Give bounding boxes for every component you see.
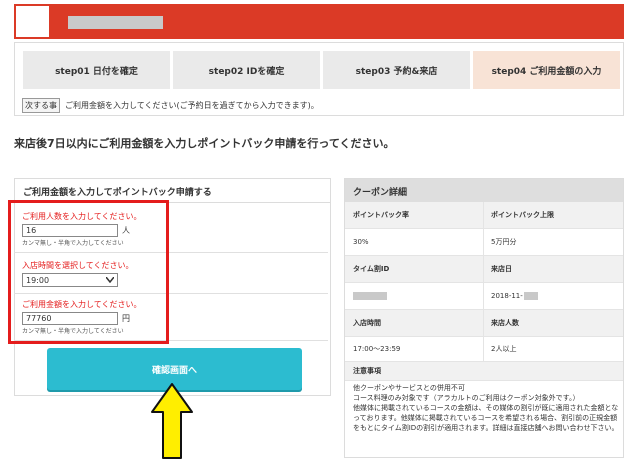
notes-title: 注意事項 (353, 367, 381, 375)
pointback-rate-label: ポイントバック率 (353, 211, 409, 219)
entry-time-value: 17:00〜23:59 (353, 345, 401, 353)
steps-panel: step01 日付を確定 step02 IDを確定 step03 予約&来店 s… (14, 42, 624, 116)
coupon-details-panel: クーポン詳細 ポイントバック率 ポイントバック上限 30% 5万円分 タイム割I… (344, 178, 624, 458)
page-heading: 来店後7日以内にご利用金額を入力しポイントバック申請を行ってください。 (14, 137, 395, 150)
coupon-row: 17:00〜23:59 2人以上 (345, 337, 623, 362)
pointback-rate-value: 30% (353, 238, 369, 246)
column-divider (483, 256, 484, 282)
highlight-box (8, 200, 169, 344)
column-divider (483, 337, 484, 361)
coupon-row: 30% 5万円分 (345, 229, 623, 256)
coupon-row: ポイントバック率 ポイントバック上限 (345, 202, 623, 229)
pointback-limit-label: ポイントバック上限 (491, 211, 554, 219)
time-discount-id-value (353, 283, 483, 309)
next-action-text: ご利用金額を入力してください(ご予約日を過ぎてから入力できます)。 (65, 101, 319, 110)
step-01: step01 日付を確定 (23, 51, 170, 89)
visit-date-text: 2018-11- (491, 292, 523, 300)
visit-date-label: 来店日 (491, 265, 512, 273)
visit-date-value: 2018-11- (491, 283, 621, 309)
coupon-row: 入店時間 来店人数 (345, 310, 623, 337)
redacted-day (523, 292, 538, 300)
column-divider (483, 310, 484, 336)
coupon-row: タイム割ID 来店日 (345, 256, 623, 283)
next-action-row: 次する事 ご利用金額を入力してください(ご予約日を過ぎてから入力できます)。 (22, 98, 319, 113)
arrow-up-icon (151, 383, 193, 459)
note-item: 他媒体に掲載されているコースの金額は、その媒体の割引が既に適用された金額となって… (353, 404, 619, 432)
site-header (14, 4, 624, 39)
coupon-row: 2018-11- (345, 283, 623, 310)
next-action-badge: 次する事 (22, 98, 60, 113)
site-logo[interactable] (16, 6, 49, 37)
note-item: コース料理のみ対象です（アラカルトのご利用はクーポン対象外です。） (353, 394, 580, 402)
time-discount-id-label: タイム割ID (353, 265, 390, 273)
column-divider (483, 283, 484, 309)
column-divider (483, 229, 484, 255)
note-item: 他クーポンやサービスとの併用不可 (353, 384, 465, 392)
step-02: step02 IDを確定 (173, 51, 320, 89)
redacted-id (353, 292, 387, 300)
redacted-site-name (68, 16, 163, 29)
step-03: step03 予約&来店 (323, 51, 470, 89)
column-divider (483, 202, 484, 228)
coupon-row: 注意事項 (345, 362, 623, 381)
pointback-limit-value: 5万円分 (491, 238, 517, 246)
coupon-title: クーポン詳細 (345, 179, 623, 202)
visitor-count-label: 来店人数 (491, 319, 519, 327)
entry-time-label: 入店時間 (353, 319, 381, 327)
notes-text: 他クーポンやサービスとの併用不可 コース料理のみ対象です（アラカルトのご利用はク… (353, 383, 619, 433)
step-04-active: step04 ご利用金額の入力 (473, 51, 620, 89)
visitor-count-value: 2人以上 (491, 345, 517, 353)
